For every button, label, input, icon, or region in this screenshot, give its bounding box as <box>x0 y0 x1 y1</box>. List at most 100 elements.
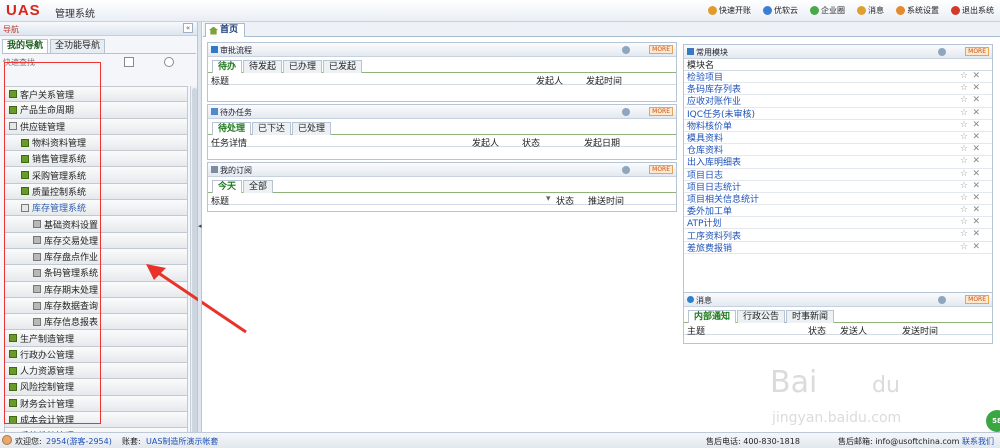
tab-internal-notice[interactable]: 内部通知 <box>688 310 737 323</box>
tab-all[interactable]: 全部 <box>243 180 274 193</box>
tab-initiated[interactable]: 已发起 <box>323 60 363 73</box>
delete-icon[interactable]: ✕ <box>972 193 980 203</box>
module-link[interactable]: 模具资料 <box>687 131 723 144</box>
star-icon[interactable]: ☆ <box>960 132 968 142</box>
nav-tree-item[interactable]: 供应链管理 <box>4 118 188 135</box>
sort-dropdown-icon[interactable]: ▾ <box>546 194 551 204</box>
tab-current-news[interactable]: 时事新闻 <box>786 310 835 323</box>
enterprise-circle-button[interactable]: 企业圈 <box>810 5 845 16</box>
delete-icon[interactable]: ✕ <box>972 83 980 93</box>
star-icon[interactable]: ☆ <box>960 169 968 179</box>
module-link[interactable]: 工序资料列表 <box>687 229 741 242</box>
tab-today[interactable]: 今天 <box>212 180 243 193</box>
nav-tree-item[interactable]: 成本会计管理 <box>4 411 188 429</box>
collapse-sidebar-icon[interactable]: « <box>183 23 193 33</box>
module-link[interactable]: 检验项目 <box>687 70 723 83</box>
tab-full-navigation[interactable]: 全功能导航 <box>50 39 106 53</box>
nav-tree-item[interactable]: 质量控制系统 <box>4 183 188 201</box>
nav-tree-item[interactable]: 库存交易处理 <box>4 232 188 249</box>
star-icon[interactable]: ☆ <box>960 205 968 215</box>
delete-icon[interactable]: ✕ <box>972 181 980 191</box>
messages-more-button[interactable]: MORE <box>965 295 989 304</box>
tab-admin-announcement[interactable]: 行政公告 <box>737 310 786 323</box>
column-status[interactable]: 状态 <box>522 136 540 149</box>
settings-icon[interactable] <box>622 46 630 54</box>
module-link[interactable]: 项目日志 <box>687 168 723 181</box>
column-sent-time[interactable]: 发送时间 <box>902 324 938 337</box>
delete-icon[interactable]: ✕ <box>972 217 980 227</box>
module-link[interactable]: 差旅费报销 <box>687 241 732 254</box>
delete-icon[interactable]: ✕ <box>972 108 980 118</box>
nav-tree-item[interactable]: 基础资料设置 <box>4 216 188 233</box>
nav-tree-item[interactable]: 客户关系管理 <box>4 86 188 103</box>
column-initiator[interactable]: 发起人 <box>536 74 563 87</box>
nav-tree-item[interactable]: 库存管理系统 <box>4 200 188 217</box>
star-icon[interactable]: ☆ <box>960 193 968 203</box>
quick-start-button[interactable]: 快速开账 <box>708 5 751 16</box>
delete-icon[interactable]: ✕ <box>972 229 980 239</box>
nav-tree-item[interactable]: 采购管理系统 <box>4 167 188 184</box>
star-icon[interactable]: ☆ <box>960 242 968 252</box>
column-title[interactable]: 标题 <box>211 194 229 207</box>
sidebar-splitter[interactable]: ◂ <box>198 22 202 432</box>
module-link[interactable]: 出入库明细表 <box>687 155 741 168</box>
column-initiated-time[interactable]: 发起时间 <box>586 74 622 87</box>
delete-icon[interactable]: ✕ <box>972 120 980 130</box>
delete-icon[interactable]: ✕ <box>972 169 980 179</box>
column-initiator[interactable]: 发起人 <box>472 136 499 149</box>
settings-icon[interactable] <box>938 48 946 56</box>
account-name[interactable]: UAS制造所演示帐套 <box>146 436 218 447</box>
delete-icon[interactable]: ✕ <box>972 144 980 154</box>
module-link[interactable]: 项目日志统计 <box>687 180 741 193</box>
module-link[interactable]: 条码库存列表 <box>687 82 741 95</box>
column-push-time[interactable]: 推送时间 <box>588 194 624 207</box>
tab-issued[interactable]: 已下达 <box>252 122 292 135</box>
tab-to-initiate[interactable]: 待发起 <box>243 60 283 73</box>
tasks-more-button[interactable]: MORE <box>649 107 673 116</box>
star-icon[interactable]: ☆ <box>960 229 968 239</box>
module-link[interactable]: 委外加工单 <box>687 204 732 217</box>
nav-tree-item[interactable]: 库存盘点作业 <box>4 248 188 266</box>
usoft-cloud-button[interactable]: 优软云 <box>763 5 798 16</box>
delete-icon[interactable]: ✕ <box>972 95 980 105</box>
settings-icon[interactable] <box>622 108 630 116</box>
star-icon[interactable]: ☆ <box>960 108 968 118</box>
nav-tree-item[interactable]: 库存数据查询 <box>4 297 188 315</box>
quick-search-input[interactable] <box>3 56 133 68</box>
column-task-detail[interactable]: 任务详情 <box>211 136 247 149</box>
tab-processed[interactable]: 已处理 <box>292 122 332 135</box>
settings-icon[interactable] <box>622 166 630 174</box>
subscription-more-button[interactable]: MORE <box>649 165 673 174</box>
nav-tree-item[interactable]: 销售管理系统 <box>4 151 188 168</box>
module-link[interactable]: 物料核价单 <box>687 119 732 132</box>
delete-icon[interactable]: ✕ <box>972 132 980 142</box>
settings-icon[interactable] <box>938 296 946 304</box>
tab-home[interactable]: 首页 <box>205 23 246 37</box>
delete-icon[interactable]: ✕ <box>972 242 980 252</box>
nav-tree-item[interactable]: 财务会计管理 <box>4 395 188 412</box>
modules-column-header[interactable]: 模块名 <box>684 59 992 71</box>
scrollbar-thumb[interactable] <box>192 88 197 438</box>
module-link[interactable]: ATP计划 <box>687 216 721 229</box>
star-icon[interactable]: ☆ <box>960 156 968 166</box>
splitter-arrow-icon[interactable]: ◂ <box>198 222 202 230</box>
column-sender[interactable]: 发送人 <box>840 324 867 337</box>
nav-tree-item[interactable]: 人力资源管理 <box>4 363 188 380</box>
star-icon[interactable]: ☆ <box>960 83 968 93</box>
messages-button[interactable]: 消息 <box>857 5 884 16</box>
star-icon[interactable]: ☆ <box>960 95 968 105</box>
sidebar-scrollbar[interactable] <box>190 86 197 446</box>
logout-button[interactable]: 退出系统 <box>951 5 994 16</box>
tab-handled[interactable]: 已办理 <box>283 60 323 73</box>
nav-tree-item[interactable]: 风险控制管理 <box>4 379 188 396</box>
contact-us-link[interactable]: 联系我们 <box>962 436 994 447</box>
module-link[interactable]: 项目相关信息统计 <box>687 192 759 205</box>
nav-tree-item[interactable]: 条码管理系统 <box>4 265 188 282</box>
system-settings-button[interactable]: 系统设置 <box>896 5 939 16</box>
star-icon[interactable]: ☆ <box>960 144 968 154</box>
star-icon[interactable]: ☆ <box>960 217 968 227</box>
delete-icon[interactable]: ✕ <box>972 205 980 215</box>
column-title[interactable]: 标题 <box>211 74 229 87</box>
column-status[interactable]: 状态 <box>556 194 574 207</box>
module-link[interactable]: IQC任务(未审核) <box>687 107 755 120</box>
